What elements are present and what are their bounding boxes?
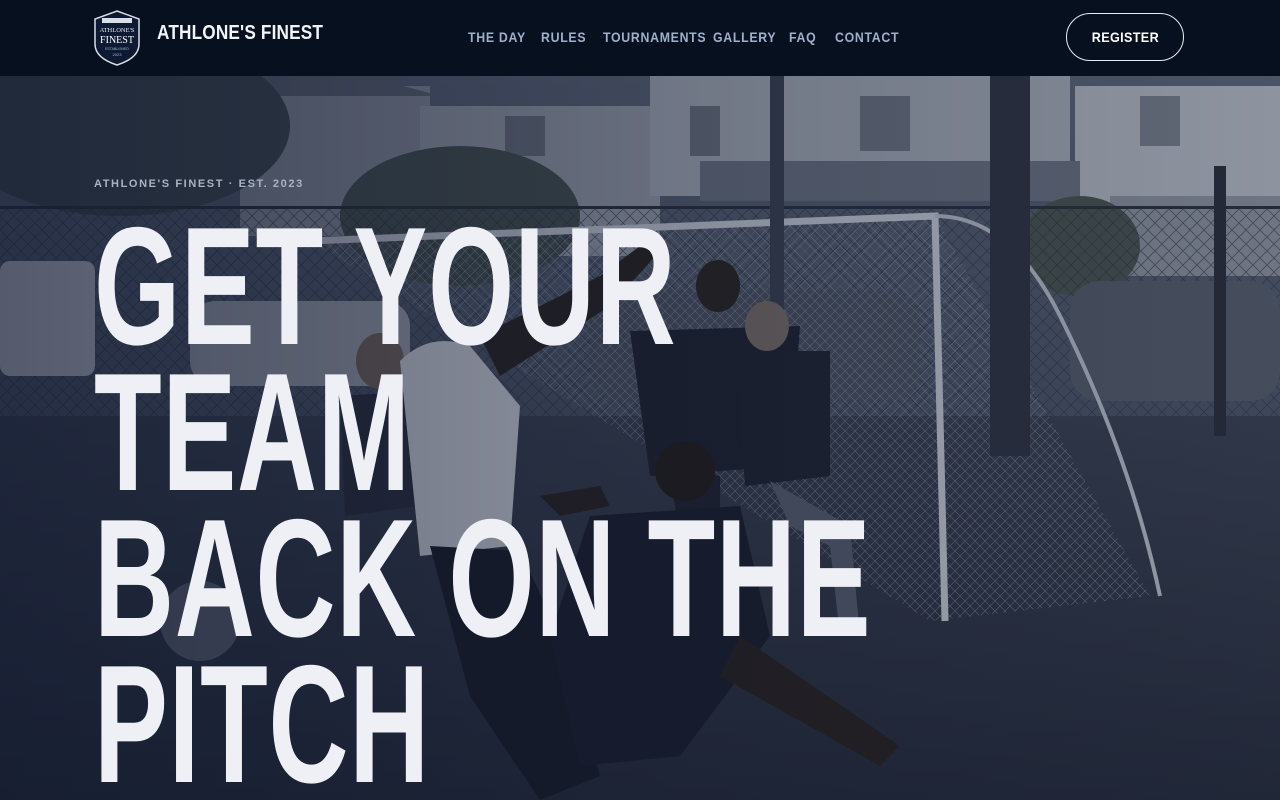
nav-item-the-day[interactable]: THE DAY [468, 29, 526, 45]
hero-section: ATHLONE'S FINEST · EST. 2023 GET YOUR TE… [0, 76, 1280, 800]
brand-name[interactable]: ATHLONE'S FINEST [157, 22, 323, 45]
logo-year-text: 2023 [113, 52, 123, 57]
nav-item-tournaments[interactable]: TOURNAMENTS [603, 29, 706, 45]
logo-sub-text: ESTABLISHED [105, 47, 129, 51]
hero-headline-line-4: PITCH [94, 630, 430, 800]
nav-item-rules[interactable]: RULES [541, 29, 586, 45]
site-header: ATHLONE'S FINEST ESTABLISHED 2023 ATHLON… [0, 0, 1280, 76]
hero-eyebrow: ATHLONE'S FINEST · EST. 2023 [94, 178, 304, 190]
logo-top-text: ATHLONE'S [100, 27, 135, 34]
nav-item-contact[interactable]: CONTACT [835, 29, 899, 45]
logo-main-text: FINEST [100, 35, 134, 46]
register-button[interactable]: REGISTER [1066, 13, 1184, 61]
nav-item-faq[interactable]: FAQ [789, 29, 816, 45]
logo-crest-icon[interactable]: ATHLONE'S FINEST ESTABLISHED 2023 [93, 10, 141, 66]
nav-item-gallery[interactable]: GALLERY [713, 29, 776, 45]
register-button-label: REGISTER [1091, 29, 1159, 45]
